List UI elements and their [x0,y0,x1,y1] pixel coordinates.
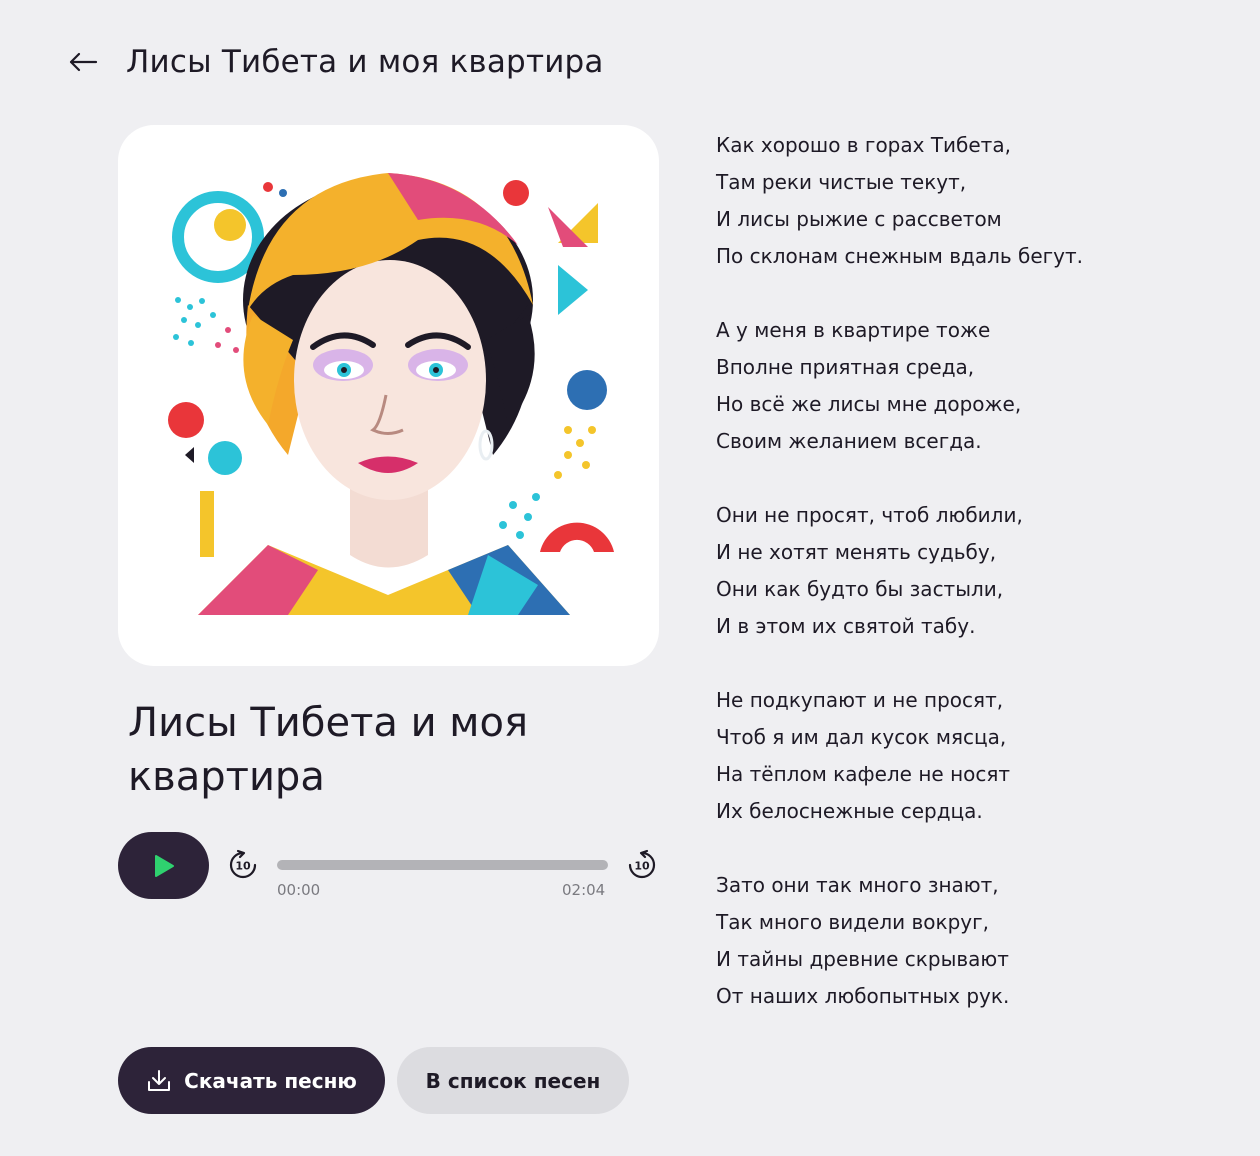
current-time: 00:00 [277,881,321,899]
forward-10-button[interactable]: 10 [626,849,658,881]
rewind-10-label: 10 [235,860,251,873]
download-icon [148,1069,171,1091]
song-list-button-label: В список песен [425,1068,601,1093]
forward-10-icon: 10 [628,849,656,879]
lyrics-line: Так много видели вокруг, [716,910,989,934]
page-title: Лисы Тибета и моя квартира [126,44,604,80]
rewind-10-icon: 10 [229,849,257,879]
lyrics-line: Своим желанием всегда. [716,429,982,453]
lyrics-line: И в этом их святой табу. [716,614,976,638]
song-list-button[interactable]: В список песен [397,1047,629,1114]
song-cover-image [118,125,659,666]
lyrics-panel: Как хорошо в горах Тибета, Там реки чисты… [716,127,1236,1052]
lyrics-line: И тайны древние скрывают [716,947,1009,971]
lyrics-line: Не подкупают и не просят, [716,688,1004,712]
total-time: 02:04 [562,881,606,899]
lyrics-line: А у меня в квартире тоже [716,318,991,342]
lyrics-stanza: А у меня в квартире тоже Вполне приятная … [716,312,1236,460]
lyrics-line: Там реки чистые текут, [716,170,967,194]
play-icon [154,854,174,877]
lyrics-line: И не хотят менять судьбу, [716,540,997,564]
download-button[interactable]: Скачать песню [118,1047,385,1114]
rewind-10-button[interactable]: 10 [227,849,259,881]
lyrics-stanza: Зато они так много знают, Так много видел… [716,867,1236,1015]
lyrics-line: И лисы рыжие с рассветом [716,207,1002,231]
lyrics-line: На тёплом кафеле не носят [716,762,1011,786]
lyrics-line: Чтоб я им дал кусок мясца, [716,725,1007,749]
download-button-label: Скачать песню [184,1068,357,1093]
lyrics-line: Как хорошо в горах Тибета, [716,133,1011,157]
lyrics-line: Они как будто бы застыли, [716,577,1004,601]
progress-bar[interactable] [277,860,608,870]
lyrics-stanza: Не подкупают и не просят, Чтоб я им дал к… [716,682,1236,830]
play-button[interactable] [118,832,209,899]
back-button[interactable] [66,45,100,79]
lyrics-stanza: Они не просят, чтоб любили, И не хотят ме… [716,497,1236,645]
lyrics-line: Но всё же лисы мне дороже, [716,392,1022,416]
lyrics-line: По склонам снежным вдаль бегут. [716,244,1084,268]
lyrics-stanza: Как хорошо в горах Тибета, Там реки чисты… [716,127,1236,275]
page-header: Лисы Тибета и моя квартира [66,44,604,80]
lyrics-line: Вполне приятная среда, [716,355,975,379]
arrow-left-icon [69,52,98,72]
lyrics-line: Зато они так много знают, [716,873,999,897]
lyrics-line: Они не просят, чтоб любили, [716,503,1023,527]
lyrics-line: От наших любопытных рук. [716,984,1010,1008]
forward-10-label: 10 [634,860,650,873]
song-title: Лисы Тибета и моя квартира [128,700,529,800]
lyrics-line: Их белоснежные сердца. [716,799,983,823]
